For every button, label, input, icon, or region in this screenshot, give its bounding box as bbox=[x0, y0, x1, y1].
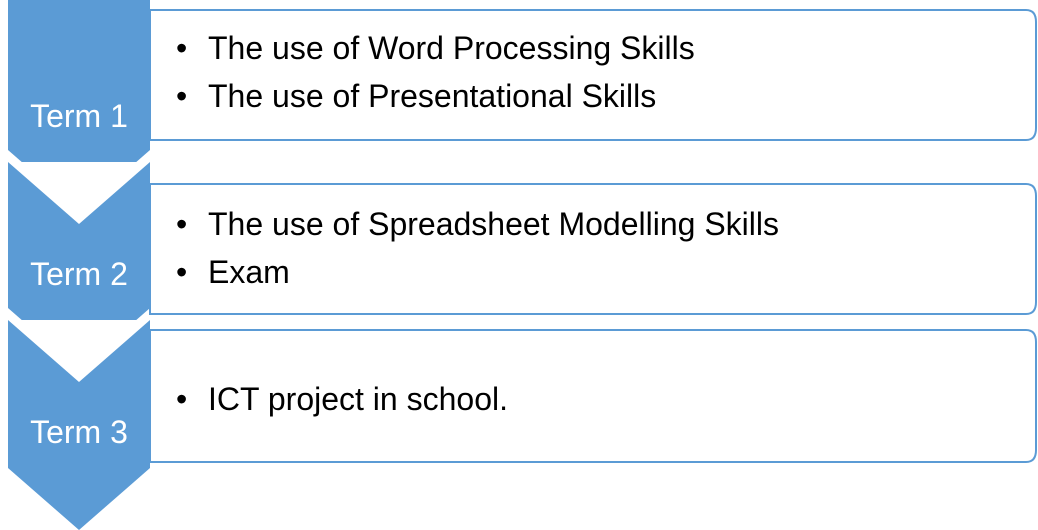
bullet-item: The use of Presentational Skills bbox=[176, 72, 695, 120]
term-1-bullet-list: The use of Word Processing Skills The us… bbox=[176, 24, 695, 120]
term-2-bullet-list: The use of Spreadsheet Modelling Skills … bbox=[176, 200, 779, 296]
term-3-bullet-list: ICT project in school. bbox=[176, 375, 508, 423]
term-3-label: Term 3 bbox=[30, 414, 128, 450]
process-diagram: Term 1 Term 2 Term 3 The use of Word Pro… bbox=[0, 0, 1038, 530]
bullet-item: The use of Word Processing Skills bbox=[176, 24, 695, 72]
bullet-item: The use of Spreadsheet Modelling Skills bbox=[176, 200, 779, 248]
bullet-item: Exam bbox=[176, 248, 779, 296]
term-2-label: Term 2 bbox=[30, 256, 128, 292]
term-1-label: Term 1 bbox=[30, 98, 128, 134]
bullet-item: ICT project in school. bbox=[176, 375, 508, 423]
